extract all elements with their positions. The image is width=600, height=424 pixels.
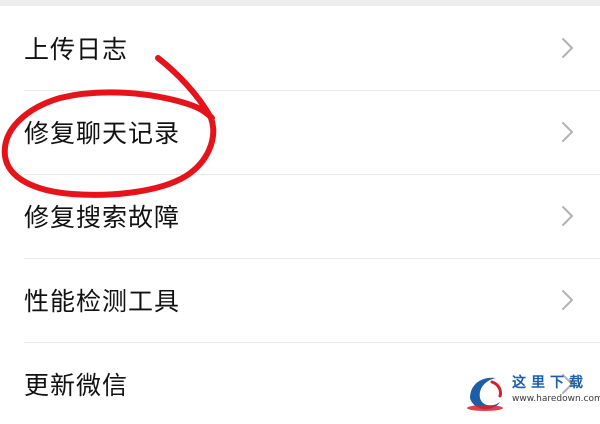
chevron-right-icon <box>562 122 573 142</box>
watermark-url: www.haredown.com <box>512 394 600 404</box>
menu-item-performance-tool[interactable]: 性能检测工具 <box>0 258 600 342</box>
menu-item-repair-chat-history[interactable]: 修复聊天记录 <box>0 90 600 174</box>
watermark-name: 这里下载 <box>512 375 588 391</box>
settings-page: 上传日志 修复聊天记录 修复搜索故障 性能检测工具 更新微信 这里下载 www.… <box>0 0 600 424</box>
menu-item-label: 更新微信 <box>24 371 129 400</box>
watermark: 这里下载 www.haredown.com <box>462 366 600 418</box>
menu-item-label: 修复聊天记录 <box>24 119 181 148</box>
menu-item-label: 上传日志 <box>24 35 129 64</box>
menu-item-upload-log[interactable]: 上传日志 <box>0 6 600 90</box>
menu-item-repair-search[interactable]: 修复搜索故障 <box>0 174 600 258</box>
settings-list: 上传日志 修复聊天记录 修复搜索故障 性能检测工具 更新微信 <box>0 6 600 424</box>
chevron-right-icon <box>562 290 573 310</box>
chevron-right-icon <box>562 38 573 58</box>
menu-item-label: 修复搜索故障 <box>24 203 181 232</box>
watermark-logo-icon <box>467 377 503 411</box>
chevron-right-icon <box>562 206 573 226</box>
menu-item-label: 性能检测工具 <box>24 287 181 316</box>
